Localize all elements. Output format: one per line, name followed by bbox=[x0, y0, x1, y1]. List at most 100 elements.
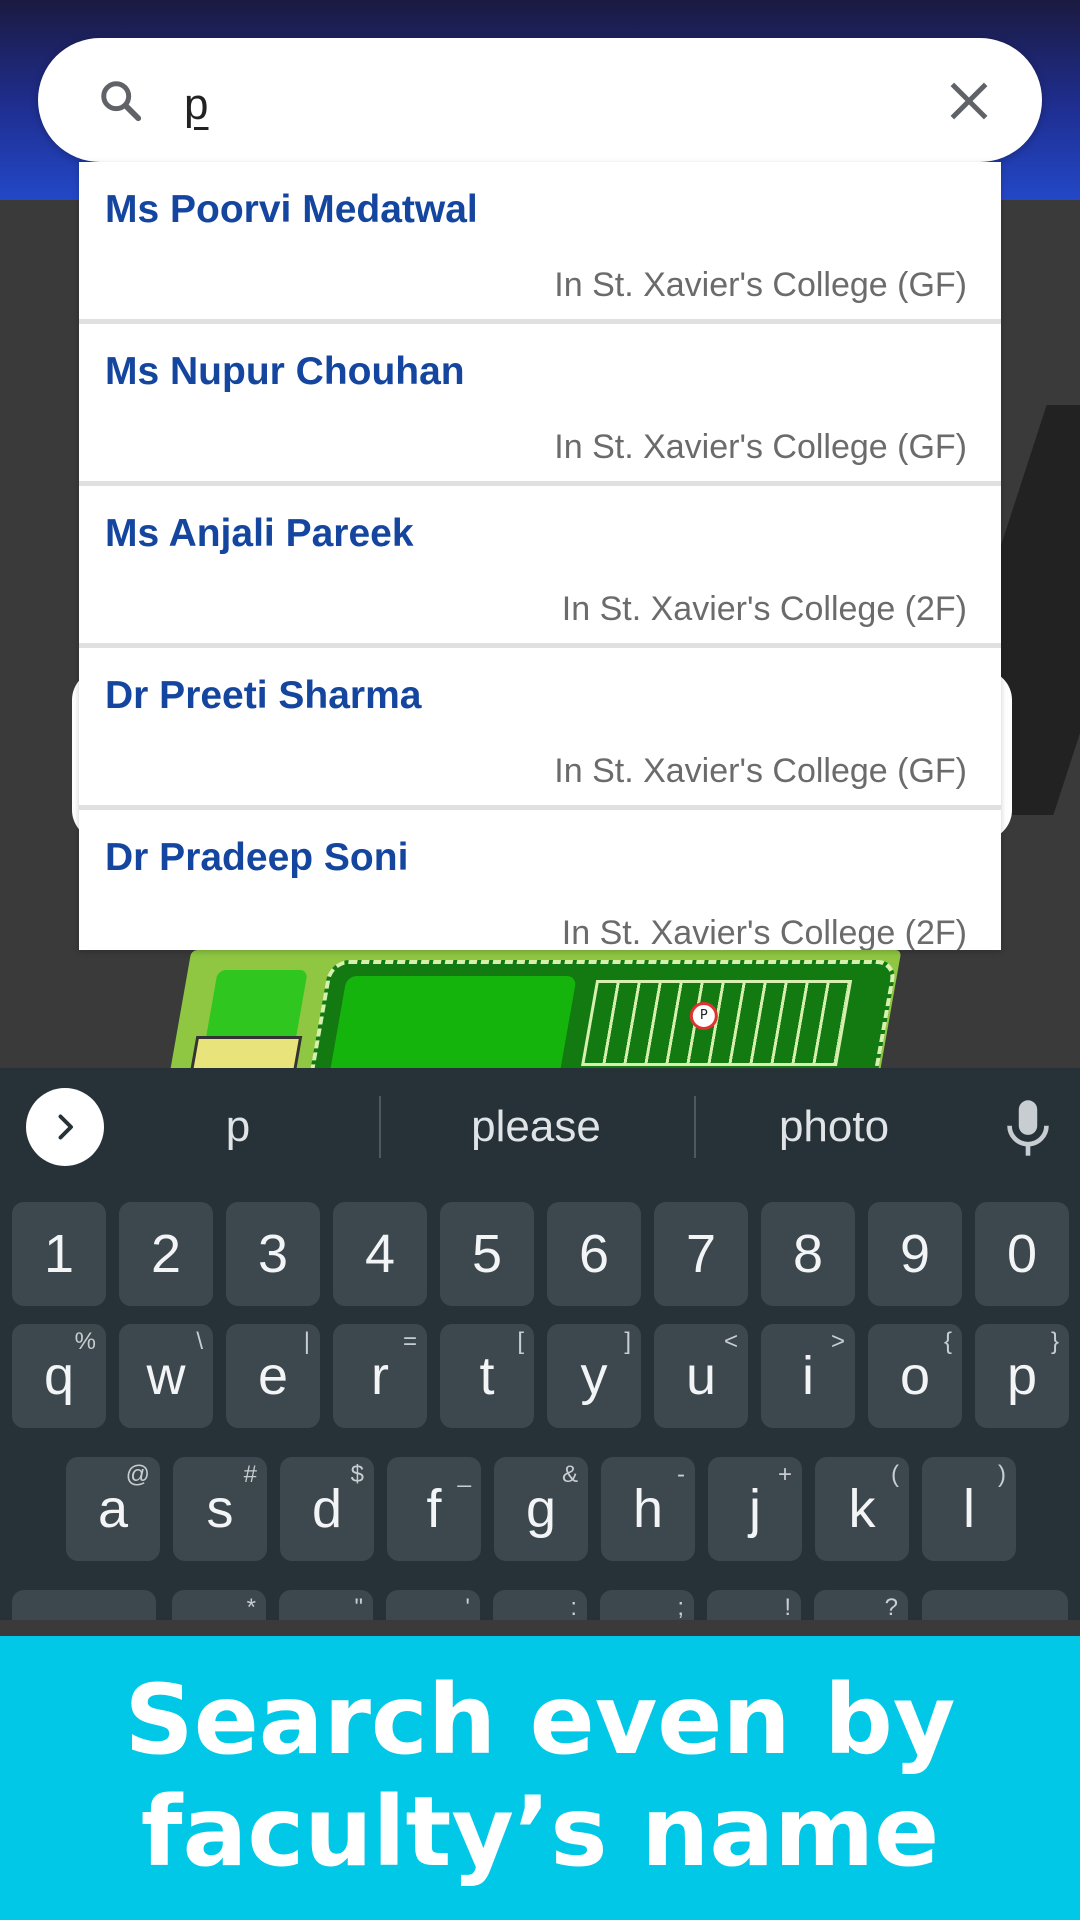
key-alt-label: & bbox=[561, 1461, 578, 1488]
result-name: Ms Anjali Pareek bbox=[105, 512, 414, 555]
key-alt-label: { bbox=[943, 1328, 952, 1355]
key-label: s bbox=[206, 1479, 234, 1539]
result-location: In St. Xavier's College (2F) bbox=[561, 914, 967, 950]
close-icon[interactable] bbox=[944, 76, 994, 126]
promo-banner: Search even by faculty’s name bbox=[0, 1636, 1080, 1920]
result-name: Ms Poorvi Medatwal bbox=[105, 188, 478, 231]
key-o[interactable]: o{ bbox=[868, 1324, 962, 1428]
key-4[interactable]: 4 bbox=[333, 1202, 427, 1306]
key-5[interactable]: 5 bbox=[440, 1202, 534, 1306]
key-7[interactable]: 7 bbox=[654, 1202, 748, 1306]
key-alt-label: [ bbox=[517, 1328, 524, 1355]
key-label: t bbox=[479, 1346, 495, 1406]
key-label: e bbox=[257, 1346, 289, 1406]
key-0[interactable]: 0 bbox=[975, 1202, 1069, 1306]
key-label: k bbox=[848, 1479, 876, 1539]
key-t[interactable]: t[ bbox=[440, 1324, 534, 1428]
key-6[interactable]: 6 bbox=[547, 1202, 641, 1306]
key-label: 6 bbox=[578, 1224, 610, 1284]
key-label: o bbox=[899, 1346, 931, 1406]
search-input[interactable]: p bbox=[184, 70, 884, 140]
key-label: 4 bbox=[364, 1224, 396, 1284]
key-alt-label: @ bbox=[125, 1461, 150, 1488]
key-9[interactable]: 9 bbox=[868, 1202, 962, 1306]
key-alt-label: % bbox=[74, 1328, 96, 1355]
suggestion-3[interactable]: photo bbox=[714, 1102, 954, 1152]
parking-icon: P bbox=[689, 1002, 718, 1030]
key-label: 3 bbox=[257, 1224, 289, 1284]
key-alt-label: | bbox=[303, 1328, 310, 1355]
key-alt-label: _ bbox=[457, 1461, 471, 1488]
key-3[interactable]: 3 bbox=[226, 1202, 320, 1306]
key-2[interactable]: 2 bbox=[119, 1202, 213, 1306]
key-label: 1 bbox=[43, 1224, 75, 1284]
key-row-bottom[interactable]: * bbox=[172, 1590, 266, 1620]
campus-map[interactable]: P bbox=[168, 950, 902, 1098]
chevron-right-icon bbox=[58, 1114, 73, 1140]
key-row-bottom[interactable]: : bbox=[493, 1590, 587, 1620]
key-alt-label: + bbox=[777, 1461, 792, 1488]
key-l[interactable]: l) bbox=[922, 1457, 1016, 1561]
key-label: d bbox=[311, 1479, 343, 1539]
result-item[interactable]: Dr Preeti Sharma In St. Xavier's College… bbox=[79, 648, 1001, 810]
key-alt-label: = bbox=[402, 1328, 417, 1355]
result-location: In St. Xavier's College (GF) bbox=[554, 266, 967, 304]
suggestion-divider bbox=[694, 1096, 696, 1158]
key-f[interactable]: f _ bbox=[387, 1457, 481, 1561]
key-r[interactable]: r = bbox=[333, 1324, 427, 1428]
key-j[interactable]: j + bbox=[708, 1457, 802, 1561]
key-label: y bbox=[580, 1346, 608, 1406]
banner-headline-line2: faculty’s name bbox=[140, 1776, 940, 1888]
search-icon bbox=[101, 81, 142, 122]
key-row-bottom[interactable]: ! bbox=[707, 1590, 801, 1620]
key-d[interactable]: d $ bbox=[280, 1457, 374, 1561]
banner-headline-line1: Search even by bbox=[124, 1664, 956, 1776]
key-q[interactable]: q% bbox=[12, 1324, 106, 1428]
result-name: Ms Nupur Chouhan bbox=[105, 350, 465, 393]
expand-toolbar-button[interactable] bbox=[26, 1088, 104, 1166]
result-item[interactable]: Ms Poorvi Medatwal In St. Xavier's Colle… bbox=[79, 162, 1001, 324]
key-p[interactable]: p} bbox=[975, 1324, 1069, 1428]
key-8[interactable]: 8 bbox=[761, 1202, 855, 1306]
key-label: 0 bbox=[1006, 1224, 1038, 1284]
key-g[interactable]: g & bbox=[494, 1457, 588, 1561]
key-i[interactable]: i > bbox=[761, 1324, 855, 1428]
key-row-bottom[interactable]: " bbox=[279, 1590, 373, 1620]
result-item[interactable]: Ms Anjali Pareek In St. Xavier's College… bbox=[79, 486, 1001, 648]
suggestion-1[interactable]: p bbox=[118, 1102, 358, 1152]
key-1[interactable]: 1 bbox=[12, 1202, 106, 1306]
key-label: w bbox=[146, 1346, 186, 1406]
result-item[interactable]: Dr Pradeep Soni In St. Xavier's College … bbox=[79, 810, 1001, 950]
key-w[interactable]: w \ bbox=[119, 1324, 213, 1428]
suggestion-divider bbox=[379, 1096, 381, 1158]
key-alt-label: ? bbox=[884, 1594, 898, 1620]
key-label: a bbox=[97, 1479, 129, 1539]
key-row-bottom[interactable]: ' bbox=[386, 1590, 480, 1620]
result-item[interactable]: Ms Nupur Chouhan In St. Xavier's College… bbox=[79, 324, 1001, 486]
suggestion-2[interactable]: please bbox=[416, 1102, 656, 1152]
key-label: l bbox=[963, 1479, 975, 1539]
key-label: 8 bbox=[792, 1224, 824, 1284]
shift-key[interactable] bbox=[12, 1590, 156, 1620]
key-h[interactable]: h- bbox=[601, 1457, 695, 1561]
key-alt-label: ! bbox=[784, 1594, 791, 1620]
backspace-key[interactable] bbox=[922, 1590, 1068, 1620]
key-alt-label: \ bbox=[196, 1328, 203, 1355]
key-y[interactable]: y] bbox=[547, 1324, 641, 1428]
key-a[interactable]: a @ bbox=[66, 1457, 160, 1561]
microphone-icon[interactable] bbox=[1000, 1098, 1056, 1158]
key-alt-label: " bbox=[354, 1594, 363, 1620]
key-s[interactable]: s # bbox=[173, 1457, 267, 1561]
key-row-bottom[interactable]: ? bbox=[814, 1590, 908, 1620]
result-location: In St. Xavier's College (GF) bbox=[554, 428, 967, 466]
key-label: f bbox=[426, 1479, 442, 1539]
key-alt-label: ' bbox=[465, 1594, 470, 1620]
key-e[interactable]: e | bbox=[226, 1324, 320, 1428]
key-alt-label: ] bbox=[624, 1328, 631, 1355]
key-k[interactable]: k( bbox=[815, 1457, 909, 1561]
key-label: g bbox=[525, 1479, 557, 1539]
suggestion-strip: p please photo bbox=[0, 1068, 1080, 1186]
key-u[interactable]: u < bbox=[654, 1324, 748, 1428]
key-label: 9 bbox=[899, 1224, 931, 1284]
key-row-bottom[interactable]: ; bbox=[600, 1590, 694, 1620]
